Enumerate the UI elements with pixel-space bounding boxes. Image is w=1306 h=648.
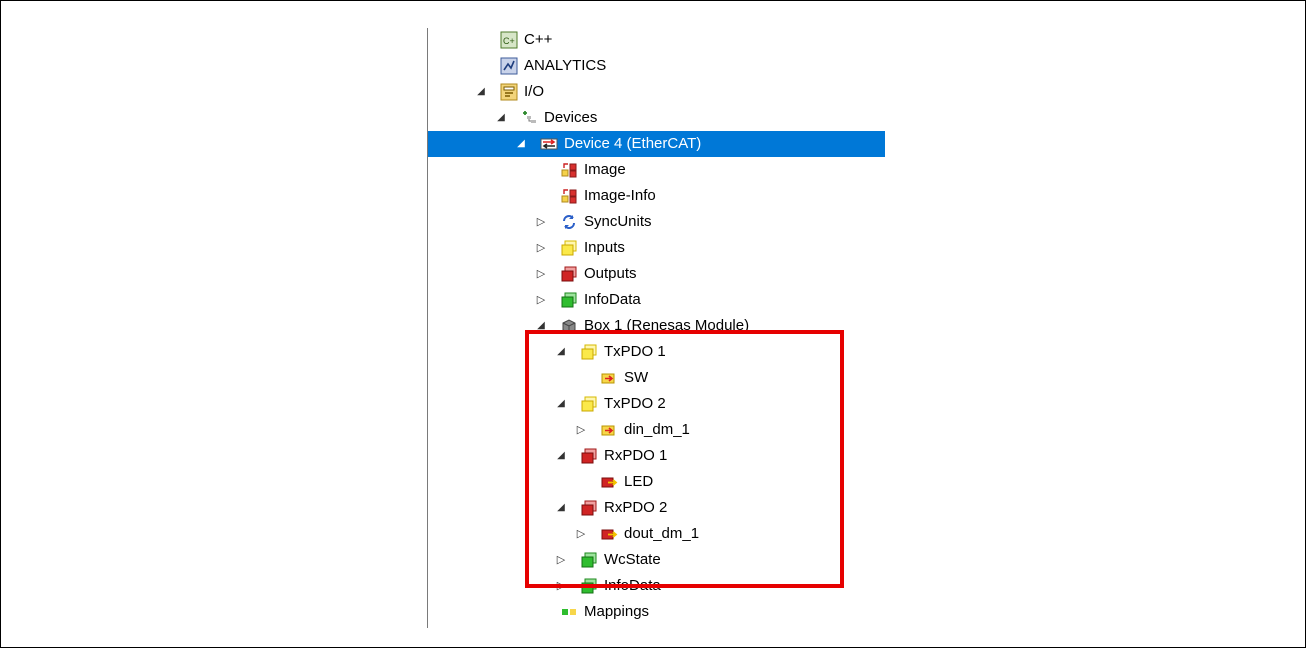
tree-node[interactable]: ▷ Outputs	[428, 261, 885, 287]
analytics-icon	[500, 57, 518, 75]
tree-node[interactable]: Image	[428, 157, 885, 183]
tree-node-label: Outputs	[584, 265, 637, 282]
tree-node[interactable]: Image-Info	[428, 183, 885, 209]
ethercat-device-icon	[540, 135, 558, 153]
tree-node-label: Device 4 (EtherCAT)	[564, 135, 702, 152]
collapse-arrow-icon[interactable]: ◢	[476, 87, 486, 97]
tree-node-label: Devices	[544, 109, 598, 126]
expand-arrow-icon[interactable]: ▷	[536, 295, 546, 306]
devices-icon	[520, 109, 538, 127]
tree-node-label: Mappings	[584, 603, 650, 620]
mappings-icon	[560, 603, 578, 621]
tree-node-label: Image-Info	[584, 187, 656, 204]
tree-node[interactable]: ◢ I/O	[428, 79, 885, 105]
io-icon	[500, 83, 518, 101]
collapse-arrow-icon[interactable]: ◢	[516, 139, 526, 149]
tree-node-label: Inputs	[584, 239, 625, 256]
svg-text:C+: C+	[503, 36, 515, 46]
tree-node[interactable]: C+ C++	[428, 27, 885, 53]
tree-node[interactable]: Mappings	[428, 599, 885, 620]
highlight-annotation-box	[525, 330, 844, 588]
outputs-icon	[560, 265, 578, 283]
collapse-arrow-icon[interactable]: ◢	[496, 113, 506, 123]
expand-arrow-icon[interactable]: ▷	[536, 269, 546, 280]
sync-icon	[560, 213, 578, 231]
tree-node[interactable]: ◢ Devices	[428, 105, 885, 131]
tree-node-label: ANALYTICS	[524, 57, 607, 74]
tree-node-label: SyncUnits	[584, 213, 652, 230]
tree-node[interactable]: ▷ InfoData	[428, 287, 885, 313]
infodata-icon	[560, 291, 578, 309]
expand-arrow-icon[interactable]: ▷	[536, 243, 546, 254]
tree-node[interactable]: ▷ SyncUnits	[428, 209, 885, 235]
cpp-icon: C+	[500, 31, 518, 49]
inputs-icon	[560, 239, 578, 257]
tree-node-label: InfoData	[584, 291, 641, 308]
tree-node[interactable]: ANALYTICS	[428, 53, 885, 79]
expand-arrow-icon[interactable]: ▷	[536, 217, 546, 228]
tree-node-label: C++	[524, 31, 553, 48]
tree-node-selected[interactable]: ◢ Device 4 (EtherCAT)	[428, 131, 885, 157]
tree-node[interactable]: ▷ Inputs	[428, 235, 885, 261]
image-icon	[560, 161, 578, 179]
image-icon	[560, 187, 578, 205]
tree-node-label: Image	[584, 161, 626, 178]
tree-node-label: I/O	[524, 83, 545, 100]
